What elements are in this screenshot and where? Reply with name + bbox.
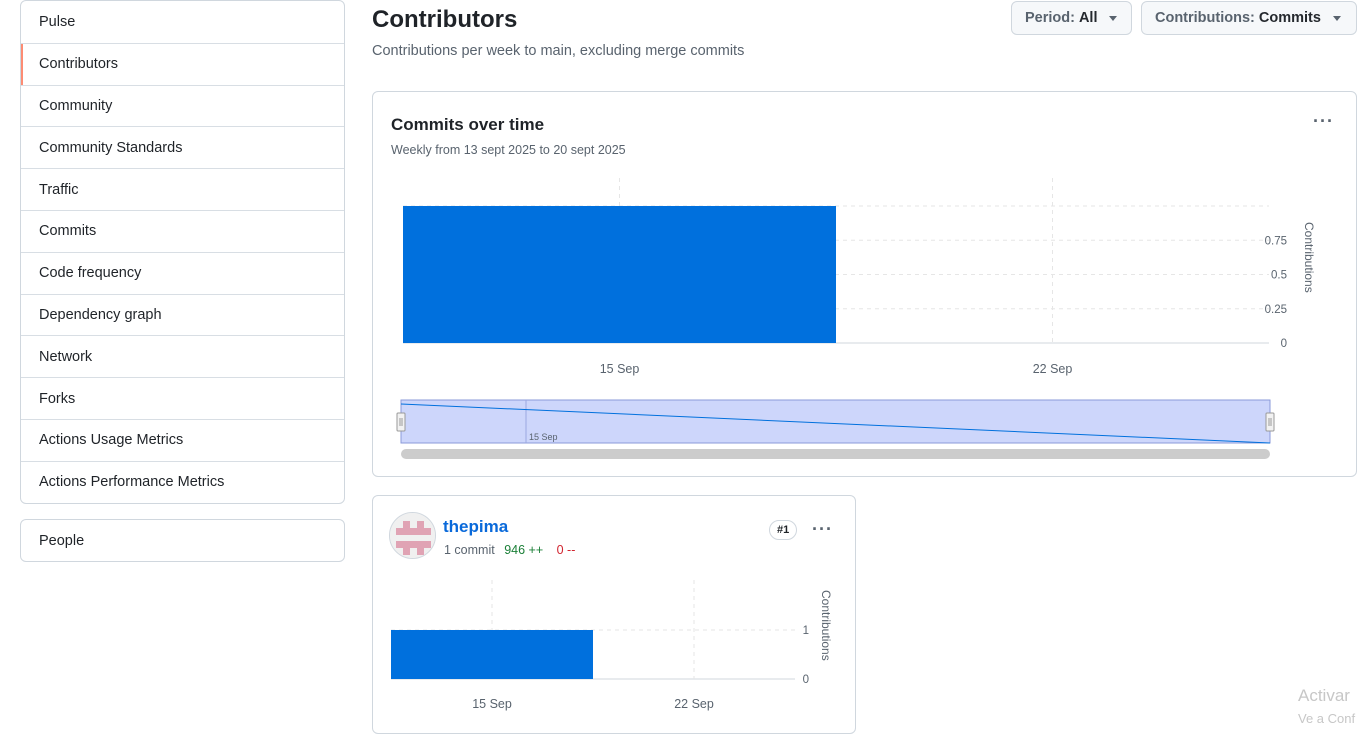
insights-sidebar: Pulse Contributors Community Community S… — [20, 0, 345, 504]
x-tick-label: 22 Sep — [1033, 362, 1073, 376]
x-tick-label: 22 Sep — [674, 697, 714, 711]
page-title: Contributors — [372, 6, 518, 33]
contributor-chart-svg: 01 15 Sep 22 Sep Contributions — [391, 580, 833, 711]
sidebar-item-forks[interactable]: Forks — [21, 377, 344, 419]
x-tick-label: 15 Sep — [600, 362, 640, 376]
sidebar-item-pulse[interactable]: Pulse — [21, 1, 344, 43]
activation-watermark: Activar — [1298, 686, 1350, 705]
navigator-right-handle[interactable] — [1265, 412, 1275, 432]
sidebar-item-label: Community Standards — [39, 139, 183, 156]
main-chart-svg: 00.250.50.75 15 Sep 22 Sep Contributions … — [396, 178, 1316, 459]
sidebar-item-community[interactable]: Community — [21, 84, 344, 127]
contributions-dropdown-button[interactable]: Contributions: Commits — [1141, 1, 1357, 35]
y-axis-ticks: 01 — [803, 625, 809, 686]
period-dropdown-button[interactable]: Period: All — [1011, 1, 1132, 35]
sidebar-item-label: Actions Performance Metrics — [39, 474, 225, 491]
contributor-card: thepima 1 commit 946 ++ 0 -- #1 ··· 01 1… — [372, 495, 856, 734]
navigator-scrollbar[interactable] — [401, 449, 1270, 459]
contributors-page: Pulse Contributors Community Community S… — [0, 0, 1358, 741]
range-navigator[interactable]: 15 Sep — [396, 399, 1275, 459]
x-axis-ticks: 15 Sep 22 Sep — [472, 697, 714, 711]
y-axis-label: Contributions — [1302, 222, 1316, 293]
sidebar-item-code-frequency[interactable]: Code frequency — [21, 251, 344, 294]
caret-down-icon — [1109, 15, 1118, 21]
sidebar-item-traffic[interactable]: Traffic — [21, 168, 344, 210]
sidebar-item-actions-usage-metrics[interactable]: Actions Usage Metrics — [21, 418, 344, 461]
sidebar-item-label: Code frequency — [39, 265, 142, 282]
y-tick-label: 0 — [1281, 338, 1287, 350]
chart-bars — [391, 630, 593, 679]
contributions-value: Commits — [1258, 10, 1321, 26]
commits-over-time-panel: Commits over time Weekly from 13 sept 20… — [372, 91, 1357, 477]
y-axis-label: Contributions — [819, 590, 833, 661]
chart-bars — [403, 206, 836, 343]
sidebar-item-label: Forks — [39, 390, 76, 407]
y-axis-ticks: 0 0.25 0.5 0.75 — [1265, 235, 1287, 350]
navigator-tick-label: 15 Sep — [529, 432, 558, 442]
sidebar-item-commits[interactable]: Commits — [21, 209, 344, 252]
y-tick-label: 0.25 — [1265, 304, 1287, 316]
sidebar-item-label: Actions Usage Metrics — [39, 432, 184, 449]
activation-watermark-sub: Ve a Conf — [1298, 711, 1356, 726]
period-prefix: Period: — [1025, 10, 1075, 26]
navigator-left-handle[interactable] — [396, 412, 406, 432]
caret-down-icon — [1332, 15, 1341, 21]
sidebar-item-dependency-graph[interactable]: Dependency graph — [21, 293, 344, 336]
sidebar-item-label: Dependency graph — [39, 306, 162, 323]
contributions-prefix: Contributions: — [1155, 10, 1255, 26]
sidebar-item-label: Network — [39, 348, 93, 365]
y-tick-label: 1 — [803, 625, 809, 637]
y-tick-label: 0 — [803, 674, 809, 686]
sidebar-item-label: Community — [39, 97, 113, 114]
sidebar-item-label: Pulse — [39, 13, 76, 30]
period-value: All — [1078, 10, 1098, 26]
page-subtitle: Contributions per week to main, excludin… — [372, 43, 745, 59]
sidebar-item-network[interactable]: Network — [21, 335, 344, 377]
sidebar-item-label: Contributors — [39, 56, 118, 73]
y-tick-label: 0.75 — [1265, 235, 1287, 247]
sidebar-item-community-standards[interactable]: Community Standards — [21, 126, 344, 168]
chart-bar[interactable] — [391, 630, 593, 679]
x-tick-label: 15 Sep — [472, 697, 512, 711]
sidebar-item-contributors[interactable]: Contributors — [21, 42, 344, 85]
sidebar-item-label: Traffic — [39, 181, 79, 198]
sidebar-item-actions-performance-metrics[interactable]: Actions Performance Metrics — [21, 460, 344, 503]
sidebar-item-label: Commits — [39, 223, 97, 240]
sidebar-item-label: People — [39, 532, 85, 549]
x-axis-ticks: 15 Sep 22 Sep — [600, 362, 1073, 376]
sidebar-item-people[interactable]: People — [20, 519, 345, 562]
y-tick-label: 0.5 — [1271, 270, 1287, 282]
chart-bar[interactable] — [403, 206, 836, 343]
